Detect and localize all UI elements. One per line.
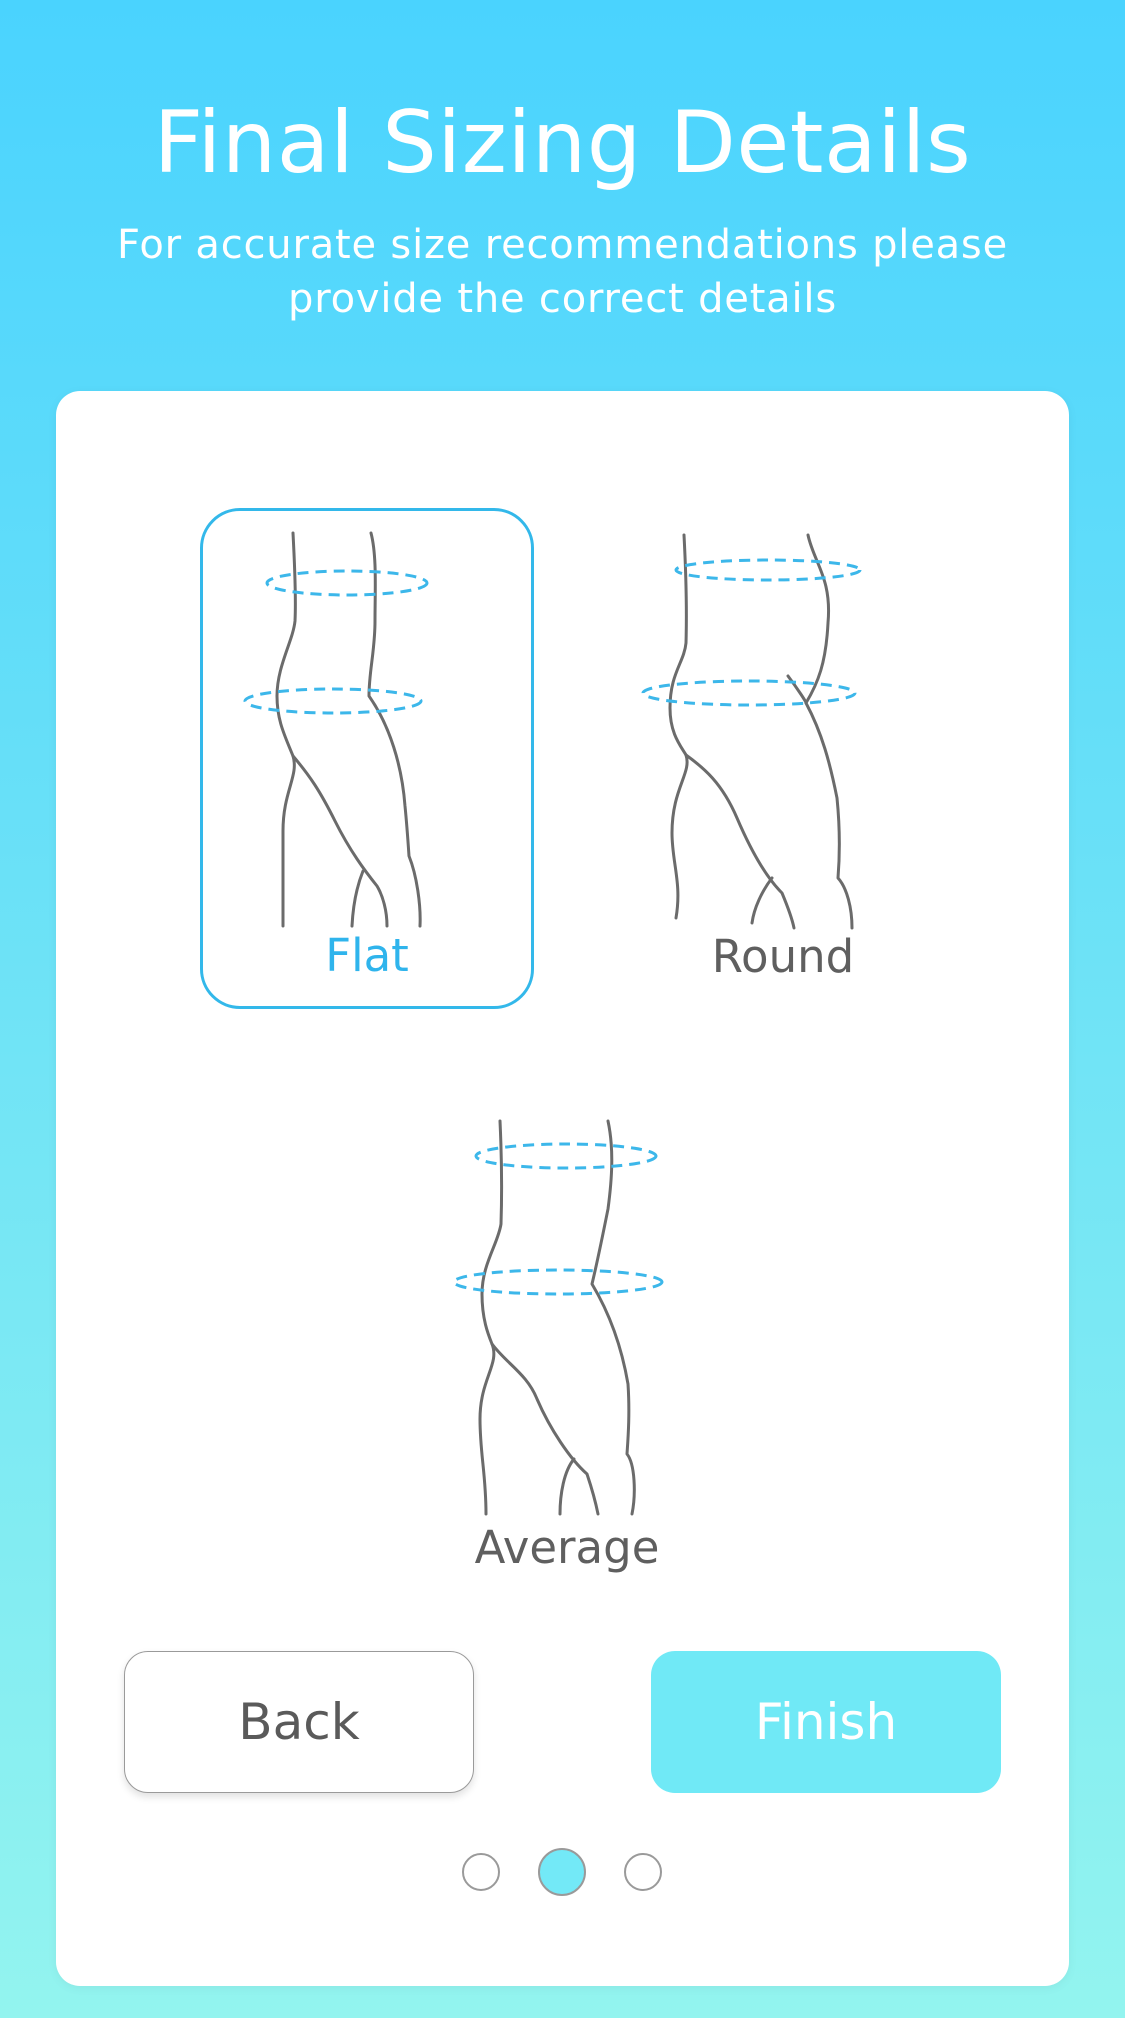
option-label-flat: Flat (325, 929, 409, 982)
page-subtitle: For accurate size recommendations please… (117, 222, 1008, 322)
average-body-shape-icon (452, 1119, 664, 1516)
body-shape-option-flat[interactable]: Flat (200, 508, 534, 1009)
page-dot-3[interactable] (624, 1853, 662, 1891)
round-body-shape-icon (641, 533, 862, 930)
page-dot-2-active[interactable] (538, 1848, 586, 1896)
page-title: Final Sizing Details (153, 93, 972, 193)
finish-button[interactable]: Finish (651, 1651, 1001, 1793)
option-label-round: Round (711, 930, 855, 983)
sizing-card: Flat Round Average Back Finish (56, 391, 1069, 1986)
back-button[interactable]: Back (124, 1651, 474, 1793)
option-label-average: Average (474, 1521, 660, 1574)
flat-body-shape-icon (243, 531, 429, 928)
body-shape-option-average[interactable]: Average (400, 1091, 734, 1592)
page-dot-1[interactable] (462, 1853, 500, 1891)
body-shape-option-round[interactable]: Round (616, 508, 950, 1009)
